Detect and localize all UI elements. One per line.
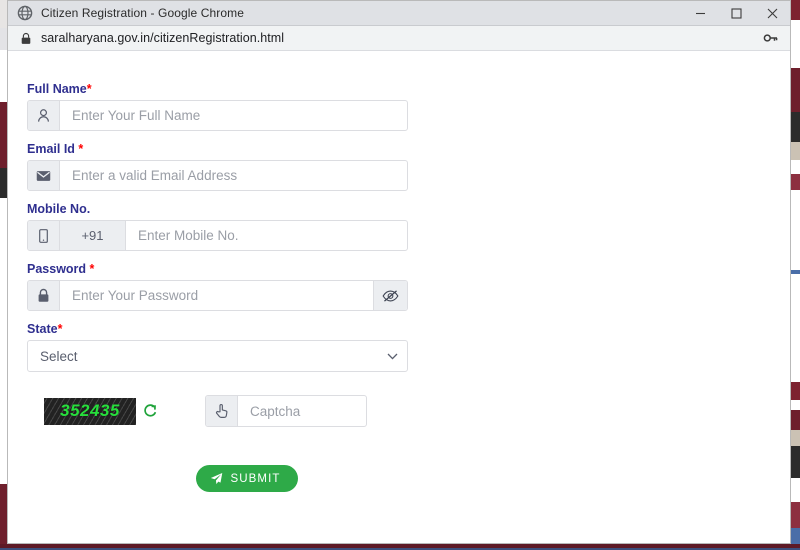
window-title: Citizen Registration - Google Chrome	[41, 6, 245, 20]
email-field-group[interactable]	[27, 160, 408, 191]
password-field-group[interactable]	[27, 280, 408, 311]
padlock-icon	[28, 281, 60, 310]
chrome-globe-icon	[17, 5, 33, 21]
captcha-image: 352435	[44, 397, 136, 425]
minimize-button[interactable]	[682, 1, 718, 26]
full-name-required-mark: *	[86, 82, 92, 96]
country-code-addon: +91	[60, 221, 126, 250]
password-required-mark: *	[89, 262, 95, 276]
url-text: saralharyana.gov.in/citizenRegistration.…	[41, 31, 285, 45]
envelope-icon	[28, 161, 60, 190]
full-name-input[interactable]	[60, 101, 407, 130]
captcha-row: 352435	[8, 395, 428, 427]
password-label: Password *	[27, 262, 408, 276]
captcha-input[interactable]	[238, 396, 366, 426]
captcha-code: 352435	[60, 401, 120, 420]
submit-row: SUBMIT	[8, 465, 486, 492]
captcha-field-group[interactable]	[205, 395, 367, 427]
close-button[interactable]	[754, 1, 790, 26]
user-icon	[28, 101, 60, 130]
state-label: State*	[27, 322, 408, 336]
page-viewport: Full Name* Email Id *	[8, 51, 790, 543]
state-label-text: State	[27, 322, 58, 336]
submit-button[interactable]: SUBMIT	[196, 465, 298, 492]
title-bar: Citizen Registration - Google Chrome	[8, 1, 790, 26]
key-icon[interactable]	[763, 31, 778, 46]
mobile-label: Mobile No.	[27, 202, 408, 216]
submit-button-label: SUBMIT	[230, 472, 281, 485]
email-input[interactable]	[60, 161, 407, 190]
window-controls	[682, 1, 790, 26]
full-name-field-group[interactable]	[27, 100, 408, 131]
paper-plane-icon	[210, 472, 223, 485]
browser-window: Citizen Registration - Google Chrome sar…	[7, 0, 791, 544]
mobile-phone-icon	[28, 221, 60, 250]
mobile-input[interactable]	[126, 221, 407, 250]
refresh-icon[interactable]	[143, 403, 158, 420]
mobile-label-text: Mobile No.	[27, 202, 91, 216]
lock-icon	[20, 32, 32, 45]
maximize-button[interactable]	[718, 1, 754, 26]
citizen-registration-form: Full Name* Email Id *	[27, 82, 408, 383]
state-required-mark: *	[57, 322, 63, 336]
hand-pointer-icon	[206, 396, 238, 426]
background-window-left-sliver	[0, 0, 7, 550]
password-label-text: Password	[27, 262, 87, 276]
address-bar[interactable]: saralharyana.gov.in/citizenRegistration.…	[8, 26, 790, 51]
email-required-mark: *	[78, 142, 84, 156]
state-select-wrapper[interactable]: Select	[27, 340, 408, 372]
state-select[interactable]: Select	[27, 340, 408, 372]
email-label-text: Email Id	[27, 142, 75, 156]
eye-slash-icon[interactable]	[373, 281, 407, 310]
email-label: Email Id *	[27, 142, 408, 156]
full-name-label-text: Full Name	[27, 82, 87, 96]
mobile-field-group[interactable]: +91	[27, 220, 408, 251]
password-input[interactable]	[60, 281, 373, 310]
full-name-label: Full Name*	[27, 82, 408, 96]
background-window-right-sliver	[791, 0, 800, 550]
